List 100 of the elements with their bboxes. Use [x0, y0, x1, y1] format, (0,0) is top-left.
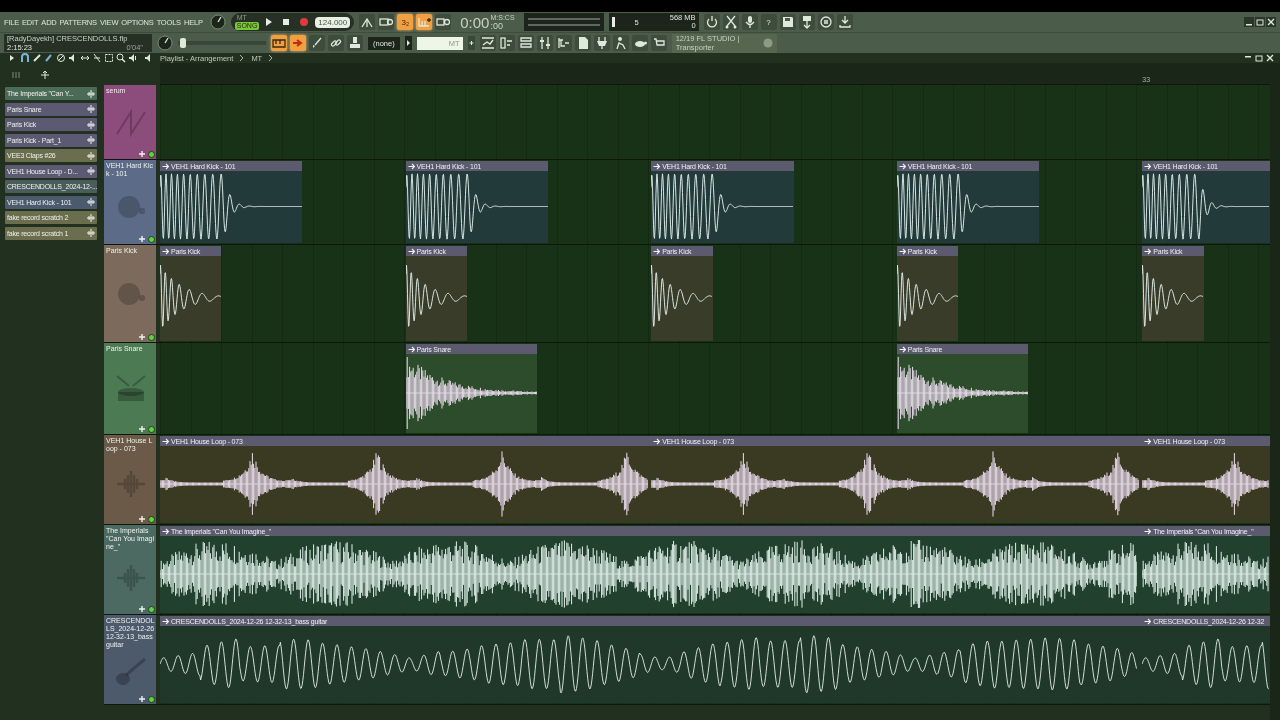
tempo-field[interactable]: 124.000: [315, 16, 351, 28]
clip-menu-icon[interactable]: [162, 162, 169, 170]
clip-menu-icon[interactable]: [162, 527, 169, 535]
clip-menu-icon[interactable]: [1144, 527, 1152, 535]
waveform-icon: [87, 167, 95, 175]
mixer-icon: [537, 36, 552, 50]
cart-button[interactable]: [650, 35, 667, 51]
link-button[interactable]: [328, 35, 344, 51]
help-button[interactable]: ?: [760, 14, 777, 30]
microphone-button[interactable]: [741, 14, 758, 30]
clip-menu-icon[interactable]: [407, 345, 415, 353]
brush-button[interactable]: [309, 35, 325, 51]
arrow-icon: [291, 36, 305, 50]
scrollbar[interactable]: [1270, 63, 1280, 720]
export-button[interactable]: [798, 14, 815, 30]
clip-menu-icon[interactable]: [1144, 162, 1152, 170]
file-button[interactable]: [574, 35, 591, 51]
reload-icon: [704, 15, 719, 29]
plug-icon: [594, 36, 609, 50]
plus-icon[interactable]: [467, 36, 475, 50]
clip-menu-icon[interactable]: [162, 247, 169, 255]
mute-led-icon[interactable]: [148, 515, 155, 523]
touch-button[interactable]: [612, 35, 629, 51]
close-button[interactable]: [1266, 17, 1276, 27]
scissors-button[interactable]: [722, 14, 739, 30]
instrument-icon: [138, 695, 146, 703]
channel-rack-button[interactable]: [517, 35, 534, 51]
countdown-button[interactable]: 3₂: [397, 14, 414, 30]
time-display: 0:00: [460, 14, 490, 31]
brush-icon: [310, 36, 324, 50]
mute-led-icon[interactable]: [148, 333, 155, 341]
waveform-icon: [87, 89, 95, 98]
stop-icon: [282, 18, 291, 26]
clip-menu-icon[interactable]: [898, 345, 906, 353]
clip-menu-icon[interactable]: [1144, 247, 1152, 255]
metronome-button[interactable]: [359, 14, 376, 30]
piano-roll-button[interactable]: [498, 35, 515, 51]
brush-icon[interactable]: [44, 53, 54, 63]
speaker-icon[interactable]: [128, 53, 138, 63]
magnet-icon[interactable]: [20, 53, 30, 63]
download-button[interactable]: [836, 14, 853, 30]
mute-led-icon[interactable]: [148, 235, 155, 243]
waveform-icon: [87, 151, 95, 160]
keyboard-icon: [272, 36, 286, 50]
instrument-icon: [138, 605, 146, 613]
clip-menu-icon[interactable]: [407, 162, 415, 170]
save-button[interactable]: [779, 14, 796, 30]
loop-record-icon: [436, 15, 451, 29]
turtle-button[interactable]: [631, 35, 648, 51]
clip-menu-icon[interactable]: [653, 247, 661, 255]
clip-menu-icon[interactable]: [898, 247, 906, 255]
track-lane[interactable]: [160, 85, 1270, 159]
browser-button[interactable]: [555, 35, 572, 51]
chat-icon: [818, 15, 833, 29]
maximize-icon[interactable]: [1255, 54, 1263, 62]
slip-icon[interactable]: [80, 53, 90, 63]
waveform-icon: [87, 136, 95, 144]
stamp-icon: [348, 36, 362, 50]
keyboard-button[interactable]: [271, 35, 287, 51]
clip-menu-icon[interactable]: [1144, 617, 1152, 625]
browser-icon: [556, 36, 571, 50]
playlist-button[interactable]: [479, 35, 496, 51]
stamp-button[interactable]: [347, 35, 363, 51]
plug-button[interactable]: [593, 35, 610, 51]
slider-thumb[interactable]: [179, 38, 186, 48]
knob[interactable]: [157, 35, 173, 51]
mute-led-icon[interactable]: [148, 695, 155, 703]
clip-menu-icon[interactable]: [407, 247, 415, 255]
mute-led-icon[interactable]: [148, 425, 155, 433]
zoom-icon[interactable]: [116, 53, 126, 63]
clip-menu-icon[interactable]: [653, 437, 661, 445]
slice-icon[interactable]: [92, 53, 102, 63]
clip-menu-icon[interactable]: [1144, 437, 1152, 445]
waveform-icon: [87, 198, 95, 206]
mute-led-icon[interactable]: [148, 605, 155, 613]
loop-record-button[interactable]: [435, 14, 452, 30]
knob[interactable]: [209, 14, 226, 30]
clip-menu-icon[interactable]: [162, 617, 169, 625]
chat-button[interactable]: [817, 14, 834, 30]
mute-led-icon[interactable]: [148, 150, 155, 158]
arrow-button[interactable]: [290, 35, 306, 51]
minimize-button[interactable]: [1244, 17, 1254, 27]
pencil-icon[interactable]: [32, 53, 42, 63]
select-icon[interactable]: [104, 53, 114, 63]
clip-menu-icon[interactable]: [653, 162, 661, 170]
mixer-button[interactable]: [536, 35, 553, 51]
piano-roll-icon: [499, 36, 514, 50]
waveform-icon: [87, 120, 95, 129]
blend-button[interactable]: [416, 14, 433, 30]
delete-icon[interactable]: [56, 53, 66, 63]
move-icon[interactable]: [40, 71, 50, 79]
maximize-button[interactable]: [1255, 17, 1265, 27]
reload-button[interactable]: [703, 14, 720, 30]
instrument-icon: [138, 150, 146, 158]
close-icon: [1267, 18, 1275, 26]
instrument-icon: [138, 235, 146, 243]
wait-button[interactable]: [378, 14, 395, 30]
clip-menu-icon[interactable]: [898, 162, 906, 170]
close-icon[interactable]: [1266, 54, 1274, 62]
clip-menu-icon[interactable]: [162, 437, 169, 445]
